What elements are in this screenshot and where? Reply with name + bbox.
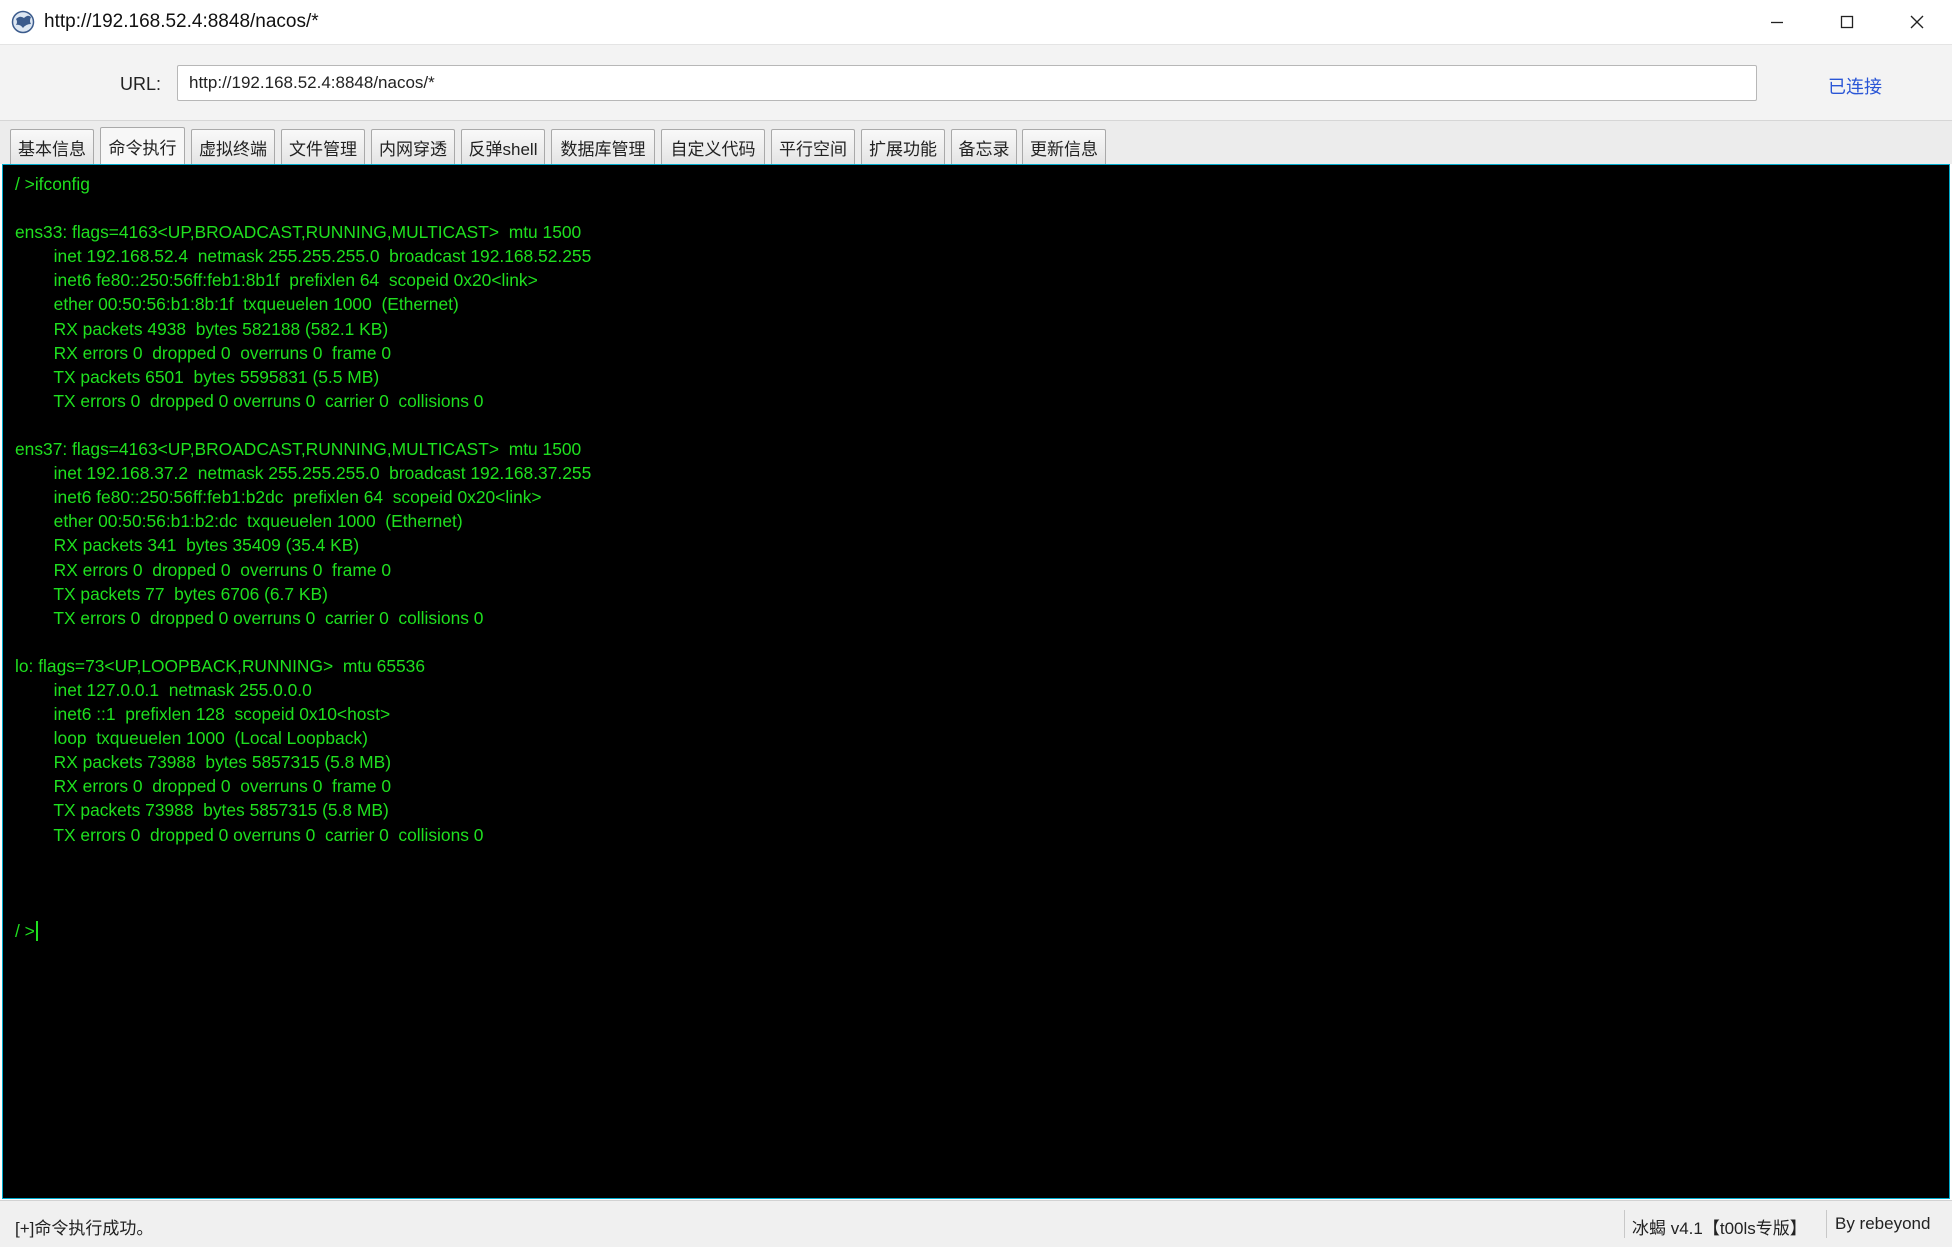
author-label: By rebeyond: [1835, 1214, 1931, 1233]
version-label: 冰蝎 v4.1【t00ls专版】: [1632, 1219, 1807, 1238]
terminal-prompt: / >: [15, 920, 35, 941]
tab-database[interactable]: 数据库管理: [551, 129, 655, 164]
tab-file-manager[interactable]: 文件管理: [281, 129, 365, 164]
tab-parallel-space[interactable]: 平行空间: [771, 129, 855, 164]
maximize-button[interactable]: [1812, 0, 1882, 44]
command-output: ens33: flags=4163<UP,BROADCAST,RUNNING,M…: [15, 222, 592, 845]
url-label: URL:: [120, 74, 162, 94]
close-icon: [1910, 15, 1924, 29]
tab-tunnel[interactable]: 内网穿透: [371, 129, 455, 164]
status-divider: [1624, 1210, 1625, 1238]
tab-extensions[interactable]: 扩展功能: [861, 129, 945, 164]
tab-update-info[interactable]: 更新信息: [1022, 129, 1106, 164]
status-divider: [1826, 1210, 1827, 1238]
tab-reverse-shell[interactable]: 反弹shell: [461, 129, 545, 164]
status-message: [+]命令执行成功。: [15, 1219, 154, 1238]
title-bar[interactable]: http://192.168.52.4:8848/nacos/*: [0, 0, 1952, 44]
minimize-icon: [1771, 21, 1783, 24]
close-button[interactable]: [1882, 0, 1952, 44]
tab-bar: 基本信息 命令执行 虚拟终端 文件管理 内网穿透 反弹shell 数据库管理 自…: [0, 120, 1952, 165]
command-output-area[interactable]: / >ifconfig ens33: flags=4163<UP,BROADCA…: [2, 164, 1950, 1199]
text-cursor: [35, 920, 38, 941]
command-line: / >ifconfig: [15, 174, 90, 194]
tab-virtual-terminal[interactable]: 虚拟终端: [191, 129, 275, 164]
minimize-button[interactable]: [1742, 0, 1812, 44]
window-controls: [1742, 0, 1952, 44]
url-bar: URL: http://192.168.52.4:8848/nacos/* 已连…: [0, 44, 1952, 120]
maximize-icon: [1840, 15, 1854, 29]
window-title: http://192.168.52.4:8848/nacos/*: [44, 11, 319, 32]
connection-status[interactable]: 已连接: [1828, 73, 1882, 99]
tab-memo[interactable]: 备忘录: [951, 129, 1017, 164]
behinder-app-icon: [10, 9, 36, 35]
status-bar: [+]命令执行成功。 冰蝎 v4.1【t00ls专版】 By rebeyond: [0, 1200, 1952, 1247]
terminal-text: / >ifconfig ens33: flags=4163<UP,BROADCA…: [15, 172, 591, 943]
tab-basic-info[interactable]: 基本信息: [10, 129, 94, 164]
tab-custom-code[interactable]: 自定义代码: [661, 129, 765, 164]
url-input[interactable]: http://192.168.52.4:8848/nacos/*: [177, 65, 1757, 101]
tab-command-exec[interactable]: 命令执行: [100, 127, 185, 165]
